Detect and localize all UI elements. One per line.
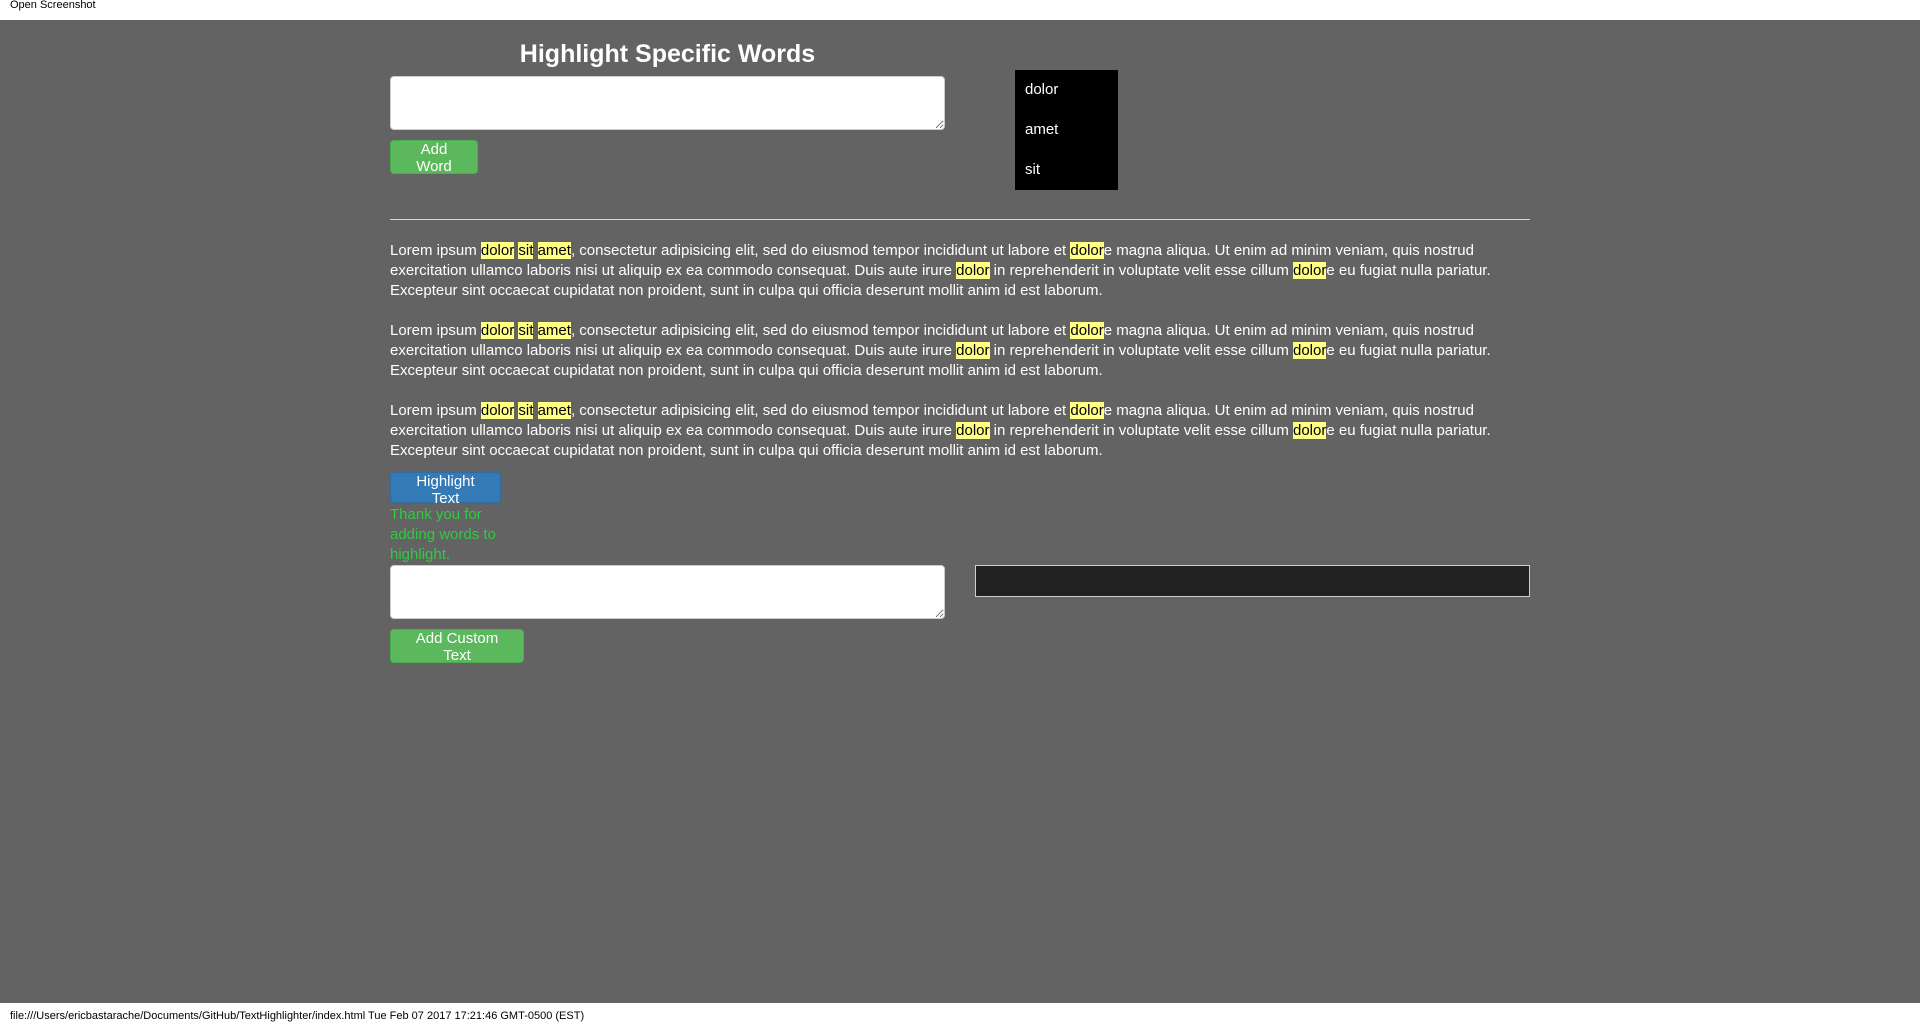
highlighted-word: dolor [1293,342,1327,359]
text-segment: in reprehenderit in voluptate velit esse… [989,422,1293,439]
add-custom-text-button[interactable]: Add Custom Text [390,629,524,664]
highlighted-word: dolor [480,242,515,259]
text-segment: , consectetur adipisicing elit, sed do e… [570,402,1071,419]
custom-text-input[interactable] [390,565,945,619]
text-segment: , consectetur adipisicing elit, sed do e… [570,242,1071,259]
highlighted-word: sit [518,242,534,259]
highlighted-word: amet [537,402,571,419]
text-segment: Lorem ipsum [390,242,481,259]
thanks-message: Thank you for adding words to highlight. [390,506,496,563]
text-segment: , consectetur adipisicing elit, sed do e… [570,322,1071,339]
text-highlighter-app: Highlight Specific Words Add Word dolor … [390,20,1530,1003]
bottom-bar: file:///Users/ericbastarache/Documents/G… [0,1003,1920,1023]
custom-text-output [975,565,1530,597]
highlighted-word: dolor [956,342,990,359]
text-segment [533,242,537,259]
page-title: Highlight Specific Words [519,40,816,68]
highlighted-word: dolor [956,262,990,279]
highlighted-word: dolor [1293,262,1327,279]
highlighted-word: dolor [1070,402,1104,419]
highlighted-word: dolor [1070,242,1104,259]
highlighted-word: dolor [480,402,515,419]
highlighted-word: sit [518,402,534,419]
word-list: dolor amet sit [1015,70,1118,190]
top-bar: Open Screenshot [0,0,1920,20]
text-segment [533,402,537,419]
highlighted-word: dolor [956,422,990,439]
highlighted-word: sit [518,322,534,339]
text-segment: Lorem ipsum [390,322,481,339]
highlighted-word: dolor [480,322,515,339]
lorem-paragraph: Lorem ipsum dolor sit amet, consectetur … [390,241,1530,301]
divider [390,219,1530,220]
add-word-button[interactable]: Add Word [390,140,478,175]
word-list-item: sit [1025,161,1040,178]
text-segment: in reprehenderit in voluptate velit esse… [989,342,1293,359]
lorem-paragraph: Lorem ipsum dolor sit amet, consectetur … [390,321,1530,381]
open-screenshot-label[interactable]: Open Screenshot [10,0,96,11]
lorem-paragraph: Lorem ipsum dolor sit amet, consectetur … [390,401,1530,461]
page-url-footer: file:///Users/ericbastarache/Documents/G… [10,1010,585,1022]
highlighted-word: amet [537,242,571,259]
highlight-text-button[interactable]: Highlight Text [390,472,501,507]
text-segment: in reprehenderit in voluptate velit esse… [989,262,1293,279]
text-segment: Lorem ipsum [390,402,481,419]
word-input[interactable] [390,76,945,130]
word-list-item: dolor [1025,81,1059,98]
text-segment [533,322,537,339]
highlighted-word: amet [537,322,571,339]
highlighted-word: dolor [1070,322,1104,339]
word-list-item: amet [1025,121,1059,138]
highlighted-word: dolor [1293,422,1327,439]
